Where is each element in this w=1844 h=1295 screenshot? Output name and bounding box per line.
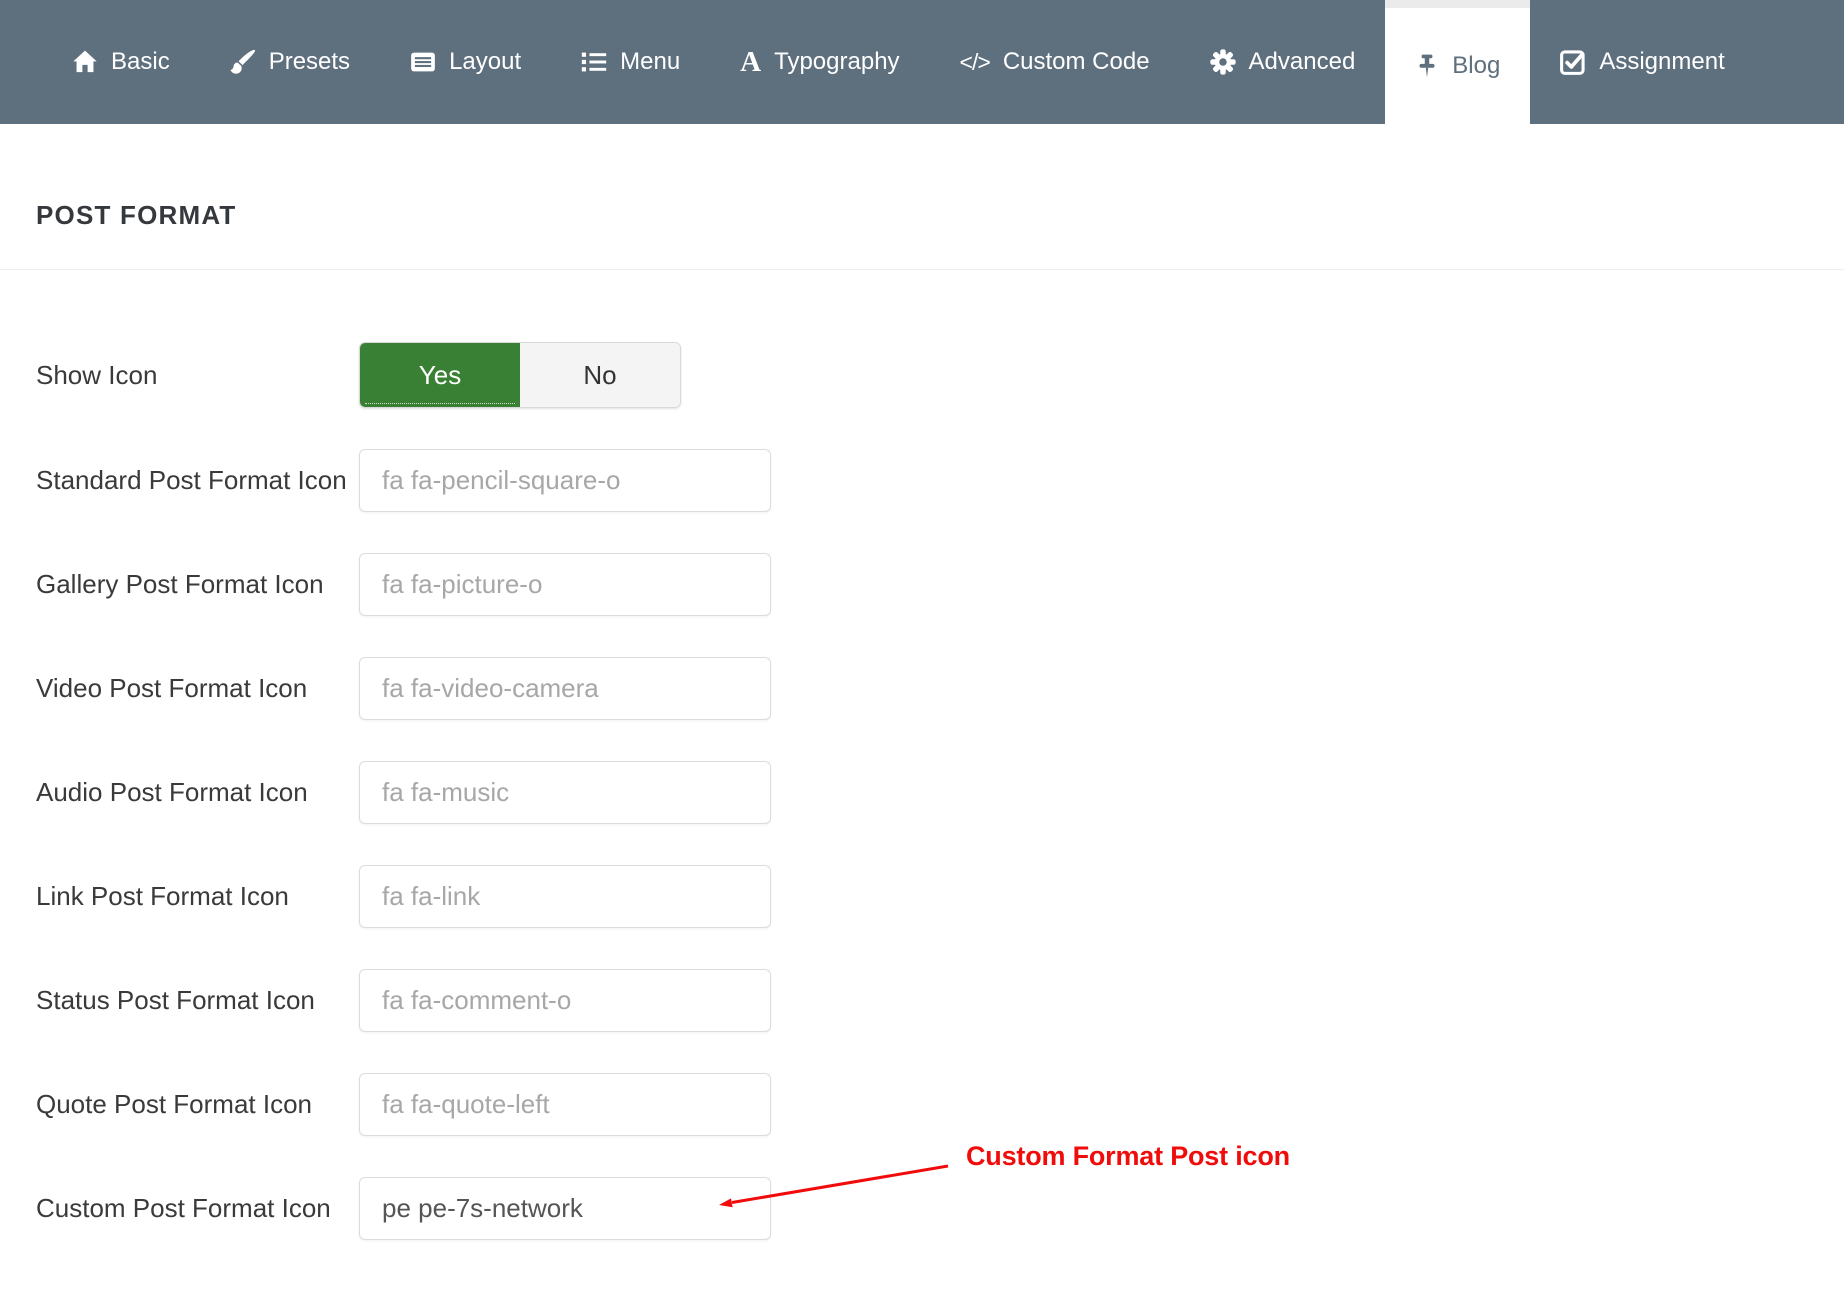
field-row-quote: Quote Post Format Icon [0, 1073, 1844, 1136]
gear-icon [1210, 49, 1236, 75]
tab-label: Typography [774, 48, 899, 76]
settings-tab-bar: Basic Presets Layout Menu A Typography <… [0, 0, 1844, 124]
show-icon-yes-button[interactable]: Yes [360, 343, 520, 407]
page-title: POST FORMAT [36, 200, 236, 231]
tab-label: Advanced [1249, 48, 1356, 76]
check-square-icon [1560, 49, 1586, 75]
tab-label: Menu [620, 48, 680, 76]
link-post-format-icon-input[interactable] [359, 865, 771, 928]
tab-typography[interactable]: A Typography [710, 0, 929, 124]
tab-label: Blog [1452, 52, 1500, 80]
paintbrush-icon [230, 49, 256, 75]
annotation-label: Custom Format Post icon [966, 1141, 1290, 1172]
tab-presets[interactable]: Presets [200, 0, 380, 124]
section-header: POST FORMAT [0, 124, 1844, 270]
tab-label: Custom Code [1003, 48, 1150, 76]
tab-label: Layout [449, 48, 521, 76]
field-row-standard: Standard Post Format Icon [0, 449, 1844, 512]
tab-label: Assignment [1599, 48, 1724, 76]
quote-post-format-icon-input[interactable] [359, 1073, 771, 1136]
code-icon: </> [960, 49, 990, 76]
field-label: Status Post Format Icon [0, 985, 359, 1016]
pushpin-icon [1415, 54, 1439, 78]
status-post-format-icon-input[interactable] [359, 969, 771, 1032]
field-label: Audio Post Format Icon [0, 777, 359, 808]
tab-advanced[interactable]: Advanced [1180, 0, 1386, 124]
gallery-post-format-icon-input[interactable] [359, 553, 771, 616]
field-label: Gallery Post Format Icon [0, 569, 359, 600]
field-label: Show Icon [0, 360, 359, 391]
tab-blog-active[interactable]: Blog [1385, 0, 1530, 124]
field-label: Quote Post Format Icon [0, 1089, 359, 1120]
show-icon-no-button[interactable]: No [520, 343, 680, 407]
field-row-video: Video Post Format Icon [0, 657, 1844, 720]
video-post-format-icon-input[interactable] [359, 657, 771, 720]
tab-custom-code[interactable]: </> Custom Code [930, 0, 1180, 124]
list-icon [581, 49, 607, 75]
tab-label: Basic [111, 48, 170, 76]
tab-layout[interactable]: Layout [380, 0, 551, 124]
field-label: Link Post Format Icon [0, 881, 359, 912]
audio-post-format-icon-input[interactable] [359, 761, 771, 824]
field-label: Video Post Format Icon [0, 673, 359, 704]
tab-assignment[interactable]: Assignment [1530, 0, 1754, 124]
standard-post-format-icon-input[interactable] [359, 449, 771, 512]
field-row-gallery: Gallery Post Format Icon [0, 553, 1844, 616]
tab-basic[interactable]: Basic [42, 0, 200, 124]
font-icon: A [740, 48, 761, 77]
field-row-link: Link Post Format Icon [0, 865, 1844, 928]
show-icon-toggle: Yes No [359, 342, 681, 408]
field-row-audio: Audio Post Format Icon [0, 761, 1844, 824]
home-icon [72, 49, 98, 75]
post-format-form: Show Icon Yes No Standard Post Format Ic… [0, 270, 1844, 1240]
tab-menu[interactable]: Menu [551, 0, 710, 124]
show-icon-row: Show Icon Yes No [0, 342, 1844, 408]
field-label: Custom Post Format Icon [0, 1193, 359, 1224]
list-alt-icon [410, 49, 436, 75]
annotation-arrow-icon [705, 1150, 965, 1212]
field-label: Standard Post Format Icon [0, 465, 359, 496]
tab-label: Presets [269, 48, 350, 76]
field-row-status: Status Post Format Icon [0, 969, 1844, 1032]
